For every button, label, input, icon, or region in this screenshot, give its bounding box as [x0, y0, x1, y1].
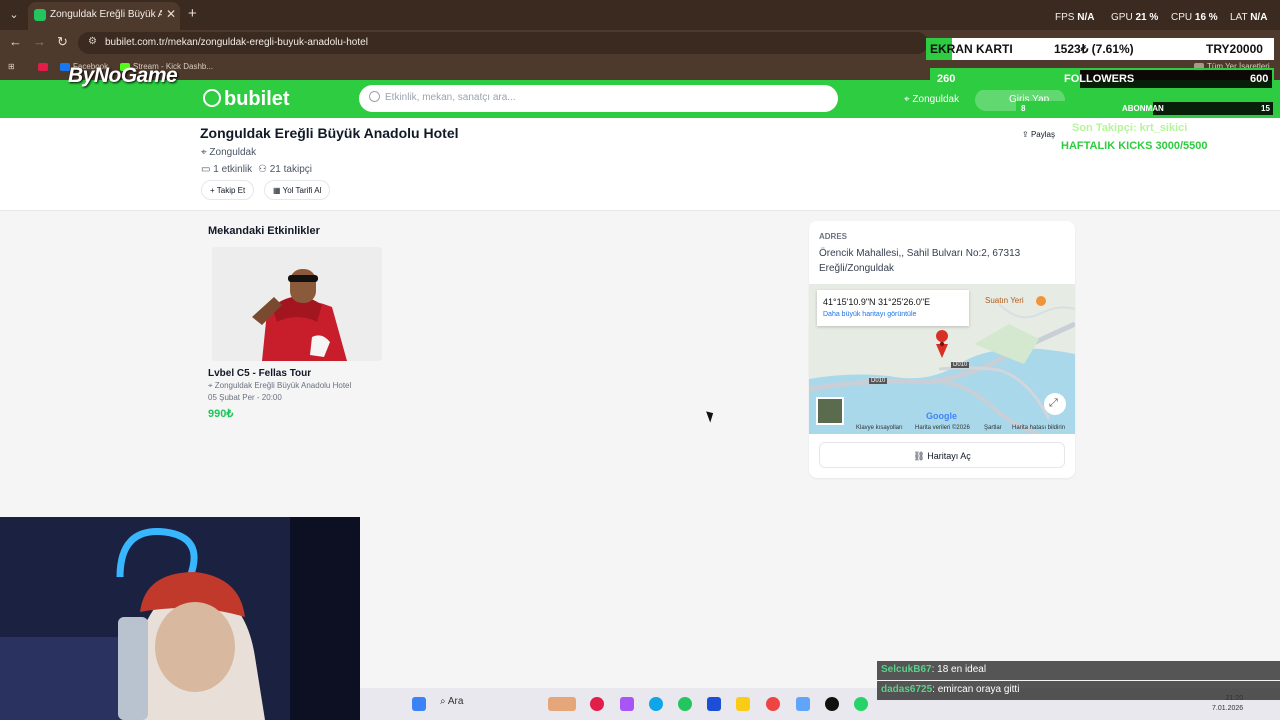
event-date: 05 Şubat Per - 20:00 — [208, 393, 282, 402]
whatsapp-icon[interactable] — [854, 697, 868, 711]
media-player-icon[interactable] — [590, 697, 604, 711]
events-heading: Mekandaki Etkinlikler — [208, 225, 320, 237]
sub-goal: 15 — [1261, 104, 1270, 113]
webcam-feed — [0, 517, 360, 720]
logo-mark-icon — [203, 89, 221, 107]
open-map-button[interactable]: ⛓ Haritayı Aç — [819, 442, 1065, 468]
sub-goal-widget: 8 ABONMAN 15 — [1016, 101, 1274, 116]
fps-stat: FPS N/A — [1055, 12, 1095, 23]
apps-icon[interactable]: ⊞ — [8, 62, 15, 71]
url-text: bubilet.com.tr/mekan/zonguldak-eregli-bu… — [105, 37, 368, 48]
search-placeholder: Etkinlik, mekan, sanatçı ara... — [385, 92, 516, 103]
event-price: 990₺ — [208, 408, 234, 420]
spotify-icon[interactable] — [678, 697, 692, 711]
map-info-popup: 41°15'10.9"N 31°25'26.0"E Daha büyük har… — [817, 290, 969, 326]
road-label-1: D010 — [869, 378, 888, 384]
site-info-icon[interactable]: ⚙ — [88, 36, 97, 47]
store-icon[interactable] — [707, 697, 721, 711]
address-text: Örencik Mahallesi,, Sahil Bulvarı No:2, … — [819, 248, 1021, 274]
location-selector[interactable]: ⌖ Zonguldak — [904, 94, 959, 105]
chat-message: SelcukB67: 18 en ideal — [877, 661, 1280, 680]
bynogame-logo: ByNoGame — [68, 64, 178, 87]
url-field[interactable]: ⚙ bubilet.com.tr/mekan/zonguldak-eregli-… — [78, 32, 928, 54]
taskbar-search[interactable]: ⌕ Ara — [440, 696, 463, 707]
road-label-2: D010 — [951, 362, 970, 368]
widgets-icon[interactable] — [548, 697, 576, 711]
new-tab-icon[interactable]: + — [188, 5, 197, 22]
google-logo: Google — [926, 411, 957, 421]
last-follower-text: Son Takipçi: krt_sikici — [1072, 122, 1188, 134]
map-keyboard-shortcuts[interactable]: Klavye kısayolları — [856, 425, 903, 431]
followers-count: 260 — [937, 73, 956, 85]
back-icon[interactable]: ← — [9, 34, 22, 49]
sub-label: ABONMAN — [1122, 104, 1164, 113]
gpu-price: 1523₺ (7.61%) — [1054, 42, 1134, 56]
bigger-map-link[interactable]: Daha büyük haritayı görüntüle — [823, 311, 916, 318]
fullscreen-icon[interactable]: ⤢ — [1049, 397, 1058, 410]
map-embed[interactable]: 41°15'10.9"N 31°25'26.0"E Daha büyük har… — [809, 284, 1075, 434]
venue-city: ⌖ Zonguldak — [201, 147, 257, 158]
gpu-price-widget: EKRAN KARTI 1523₺ (7.61%) TRY20000 — [926, 38, 1274, 60]
venue-title: Zonguldak Ereğli Büyük Anadolu Hotel — [200, 125, 459, 141]
venue-followers: ⚇ 21 takipçi — [258, 164, 312, 175]
mouse-cursor-icon — [706, 409, 716, 423]
tab-title: Zonguldak Ereğli Büyük Anadolu — [50, 9, 162, 20]
cpu-stat: CPU 16 % — [1171, 12, 1218, 23]
taskbar-clock[interactable]: 21:20 7.01.2026 — [1212, 694, 1243, 714]
address-label: ADRES — [819, 232, 848, 241]
gpu-stat: GPU 21 % — [1111, 12, 1159, 23]
forward-icon[interactable]: → — [33, 34, 46, 49]
bubilet-favicon-icon — [34, 9, 46, 21]
file-explorer-icon[interactable] — [736, 697, 750, 711]
weekly-kicks-text: HAFTALIK KICKS 3000/5500 — [1061, 140, 1208, 152]
sub-count: 8 — [1021, 104, 1026, 113]
search-icon — [369, 91, 380, 102]
chrome-icon[interactable] — [766, 697, 780, 711]
obs-icon[interactable] — [825, 697, 839, 711]
share-button[interactable]: ⇪ Paylaş — [1022, 130, 1055, 139]
browser-tab[interactable]: Zonguldak Ereğli Büyük Anadolu ✕ — [28, 2, 180, 30]
event-image[interactable] — [212, 247, 382, 361]
map-report-error[interactable]: Harita hatası bildirin — [1012, 425, 1065, 431]
copilot-icon[interactable] — [620, 697, 634, 711]
address-card: ADRES Örencik Mahallesi,, Sahil Bulvarı … — [809, 221, 1075, 478]
map-data-credit: Harita verileri ©2026 — [915, 425, 970, 431]
edge-icon[interactable] — [649, 697, 663, 711]
followers-label: FOLLOWERS — [1064, 73, 1135, 85]
close-tab-icon[interactable]: ✕ — [166, 7, 176, 21]
event-name[interactable]: Lvbel C5 - Fellas Tour — [208, 368, 311, 379]
follow-button[interactable]: + Takip Et — [201, 180, 255, 200]
map-coordinates: 41°15'10.9"N 31°25'26.0"E — [823, 297, 931, 307]
followers-goal: 600 — [1250, 73, 1269, 85]
map-poi-label: Suatın Yeri — [985, 296, 1024, 305]
browser-tab-bar: ⌄ Zonguldak Ereğli Büyük Anadolu ✕ + FPS… — [0, 0, 1280, 30]
search-input[interactable]: Etkinlik, mekan, sanatçı ara... — [359, 85, 838, 112]
event-venue: ⌖ Zonguldak Ereğli Büyük Anadolu Hotel — [208, 381, 352, 390]
gpu-total: TRY20000 — [1206, 42, 1263, 56]
reload-icon[interactable]: ↻ — [57, 34, 68, 50]
map-terms[interactable]: Şartlar — [984, 425, 1002, 431]
youtube-bookmark[interactable] — [38, 62, 51, 71]
app-icon[interactable] — [796, 697, 810, 711]
directions-button[interactable]: ▦ Yol Tarifi Al — [264, 180, 331, 200]
gpu-label: EKRAN KARTI — [930, 42, 1013, 56]
windows-start-icon[interactable] — [412, 697, 426, 711]
bubilet-logo[interactable]: bubilet — [203, 88, 290, 111]
lat-stat: LAT N/A — [1230, 12, 1268, 23]
tab-search-chevron-icon[interactable]: ⌄ — [5, 6, 23, 24]
venue-events-count: ▭ 1 etkinlik — [201, 164, 253, 175]
followers-goal-widget: 260 FOLLOWERS 600 — [930, 68, 1274, 90]
